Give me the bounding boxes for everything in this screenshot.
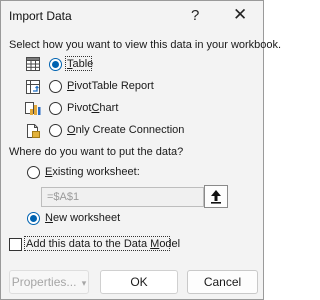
- properties-label: Properties...: [11, 275, 77, 289]
- view-section-heading: Select how you want to view this data in…: [9, 39, 282, 51]
- focus-outline: [65, 56, 92, 71]
- location-section-heading: Where do you want to put the data?: [9, 146, 184, 158]
- radio-new-worksheet[interactable]: [27, 212, 40, 225]
- ok-button[interactable]: OK: [100, 270, 178, 294]
- radio-only-connection[interactable]: [49, 124, 62, 137]
- cancel-button[interactable]: Cancel: [187, 270, 258, 294]
- properties-button[interactable]: Properties... ▾: [9, 270, 89, 294]
- radio-pivotchart[interactable]: [49, 102, 62, 115]
- option-only-connection-label[interactable]: Only Create Connection: [67, 124, 184, 136]
- dropdown-arrow-icon: ▾: [81, 278, 87, 288]
- existing-worksheet-label[interactable]: Existing worksheet:: [45, 166, 140, 178]
- pivotchart-icon: [25, 102, 41, 116]
- dialog-title: Import Data: [9, 9, 72, 23]
- help-icon[interactable]: ?: [191, 7, 199, 24]
- radio-pivottable[interactable]: [49, 80, 62, 93]
- table-icon: [26, 57, 40, 71]
- radio-existing-worksheet[interactable]: [27, 166, 40, 179]
- collapse-dialog-button[interactable]: [204, 185, 228, 208]
- cell-reference-input[interactable]: =$A$1: [41, 187, 204, 207]
- new-worksheet-label[interactable]: New worksheet: [45, 212, 120, 224]
- option-pivottable-label[interactable]: PivotTable Report: [67, 80, 154, 92]
- data-model-checkbox[interactable]: [9, 238, 22, 251]
- arrow-up-icon: [211, 190, 221, 204]
- focus-outline: [24, 236, 170, 251]
- import-data-dialog: Import Data ? ✕ Select how you want to v…: [0, 0, 281, 300]
- close-icon[interactable]: ✕: [233, 5, 247, 25]
- option-pivotchart-label[interactable]: PivotChart: [67, 102, 118, 114]
- pivottable-icon: [26, 80, 40, 94]
- connection-icon: [26, 124, 40, 138]
- title-bar: Import Data ? ✕: [1, 1, 263, 31]
- radio-table[interactable]: [49, 58, 62, 71]
